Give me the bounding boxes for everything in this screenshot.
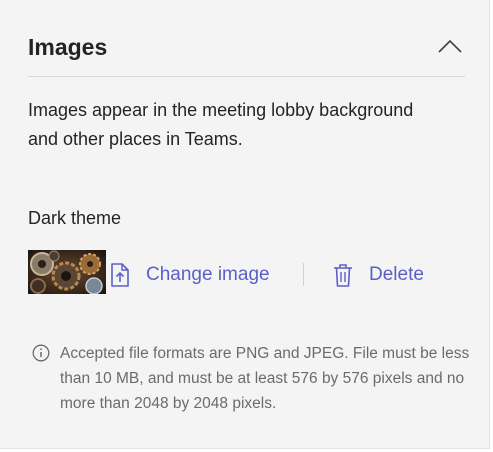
- actions-divider: [303, 263, 304, 286]
- chevron-up-icon: [438, 39, 462, 53]
- delete-button[interactable]: Delete: [331, 258, 424, 292]
- dark-theme-image-thumbnail: [28, 250, 106, 294]
- images-settings-panel: Images Images appear in the meeting lobb…: [0, 0, 490, 449]
- section-title: Images: [28, 34, 108, 60]
- change-image-button[interactable]: Change image: [108, 258, 270, 292]
- dark-theme-label: Dark theme: [28, 208, 122, 228]
- delete-label: Delete: [369, 264, 424, 285]
- info-circle-icon: [32, 344, 50, 362]
- section-header: Images: [28, 30, 465, 77]
- file-requirements-text: Accepted file formats are PNG and JPEG. …: [60, 345, 470, 412]
- gears-image: [28, 250, 106, 294]
- document-upload-icon: [108, 261, 132, 289]
- change-image-label: Change image: [146, 264, 270, 285]
- collapse-button[interactable]: [437, 36, 463, 56]
- trash-icon: [331, 261, 355, 289]
- section-description: Images appear in the meeting lobby backg…: [28, 100, 414, 149]
